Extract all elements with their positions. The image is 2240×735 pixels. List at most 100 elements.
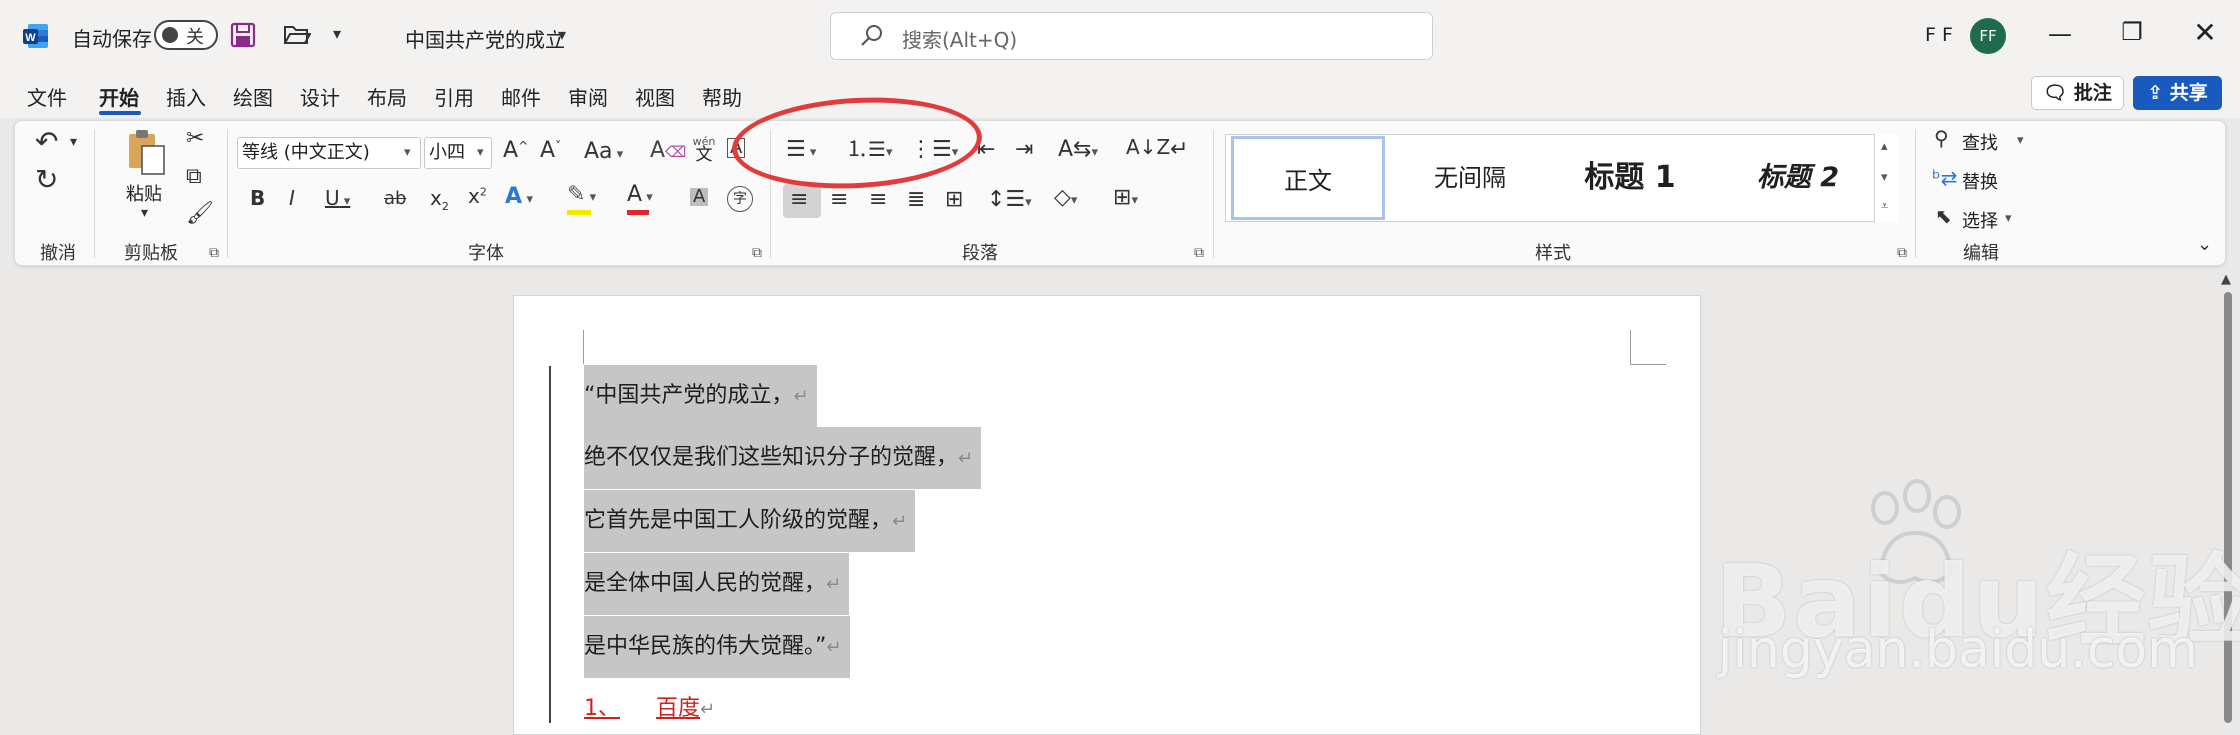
asian-layout-icon[interactable]: A⇆▾	[1058, 139, 1098, 161]
align-center-icon[interactable]: ≡	[830, 189, 848, 211]
crop-mark	[583, 330, 584, 364]
restore-icon[interactable]: ❐	[2112, 18, 2152, 46]
shading-icon[interactable]: ◇▾	[1054, 187, 1077, 209]
tab-help[interactable]: 帮助	[702, 82, 742, 111]
document-line[interactable]: 绝不仅仅是我们这些知识分子的觉醒，↵	[584, 427, 982, 489]
char-shading-icon[interactable]: A	[690, 188, 709, 206]
clipboard-launcher-icon[interactable]: ⧉	[209, 245, 219, 261]
format-painter-icon[interactable]: 🖌	[186, 203, 214, 225]
title-dropdown-icon[interactable]: ▾	[558, 27, 566, 43]
document-title[interactable]: 中国共产党的成立	[405, 24, 565, 53]
underline-icon[interactable]: U ▾	[325, 188, 350, 208]
selection-left-bar	[549, 366, 551, 723]
style-heading-2[interactable]: 标题 2	[1713, 136, 1883, 220]
strikethrough-icon[interactable]: ab	[384, 190, 406, 208]
select-label[interactable]: 选择	[1962, 207, 1998, 233]
tab-design[interactable]: 设计	[300, 82, 340, 111]
grow-font-icon[interactable]: A^	[503, 140, 528, 162]
crop-mark	[1630, 364, 1666, 365]
find-icon[interactable]: ⚲	[1934, 128, 1949, 148]
styles-scroll-down-icon[interactable]: ▾	[1881, 170, 1888, 185]
word-icon[interactable]: W	[22, 22, 50, 50]
font-name-dropdown[interactable]: 等线 (中文正文) ▾	[237, 137, 421, 169]
tab-insert[interactable]: 插入	[166, 82, 206, 111]
font-size-dropdown[interactable]: 小四 ▾	[424, 137, 492, 169]
undo-icon[interactable]: ↶	[35, 128, 58, 156]
style-normal-label: 正文	[1284, 167, 1332, 195]
style-heading-1[interactable]: 标题 1	[1553, 136, 1707, 220]
superscript-icon[interactable]: x2	[468, 186, 487, 206]
clear-formatting-icon[interactable]: A⌫	[650, 140, 686, 162]
undo-dropdown-icon[interactable]: ▾	[70, 135, 77, 149]
avatar[interactable]: FF	[1970, 18, 2006, 54]
tab-references[interactable]: 引用	[434, 82, 474, 111]
tab-review[interactable]: 审阅	[568, 82, 608, 111]
tab-mailings[interactable]: 邮件	[501, 82, 541, 111]
find-label[interactable]: 查找	[1962, 129, 1998, 155]
search-icon	[859, 23, 885, 53]
replace-icon[interactable]: ᵇ⇄	[1932, 168, 1957, 188]
quick-access-dropdown-icon[interactable]: ▾	[333, 26, 341, 42]
open-folder-icon[interactable]	[283, 23, 312, 51]
scroll-up-arrow-icon[interactable]: ▲	[2221, 272, 2231, 287]
tab-layout[interactable]: 布局	[367, 82, 407, 111]
select-dropdown-icon[interactable]: ▾	[2005, 211, 2012, 226]
font-launcher-icon[interactable]: ⧉	[752, 245, 762, 261]
replace-label[interactable]: 替换	[1962, 168, 1998, 194]
find-dropdown-icon[interactable]: ▾	[2017, 133, 2024, 148]
copy-icon[interactable]: ⧉	[186, 166, 202, 188]
document-line[interactable]: 它首先是中国工人阶级的觉醒，↵	[584, 490, 916, 552]
borders-icon[interactable]: ⊞▾	[1113, 187, 1138, 209]
align-left-icon[interactable]: ≡	[790, 189, 808, 211]
autosave-toggle[interactable]: 关	[154, 20, 218, 50]
bold-icon[interactable]: B	[250, 188, 265, 208]
paste-label[interactable]: 粘贴	[126, 180, 162, 206]
paragraph-launcher-icon[interactable]: ⧉	[1194, 245, 1204, 261]
comments-button[interactable]: 🗨 批注	[2031, 76, 2124, 110]
styles-more-icon[interactable]: ⩡	[1881, 199, 1888, 214]
line-text: 是全体中国人民的觉醒，	[584, 571, 827, 596]
paste-dropdown-icon[interactable]: ▾	[141, 206, 148, 220]
subscript-icon[interactable]: x2	[430, 188, 449, 212]
tab-home[interactable]: 开始	[99, 82, 139, 111]
text-effects-icon[interactable]: A ▾	[505, 186, 533, 208]
document-line[interactable]: “中国共产党的成立，↵	[584, 365, 817, 427]
align-right-icon[interactable]: ≡	[869, 189, 887, 211]
close-icon[interactable]: ✕	[2185, 16, 2225, 49]
collapse-ribbon-icon[interactable]: ⌄	[2197, 236, 2212, 254]
sort-icon[interactable]: A↓Z	[1126, 137, 1170, 157]
font-color-icon[interactable]: A ▾	[627, 184, 653, 215]
document-line[interactable]: 是全体中国人民的觉醒，↵	[584, 553, 850, 615]
style-normal[interactable]: 正文	[1231, 136, 1385, 220]
styles-scroll-up-icon[interactable]: ▴	[1881, 139, 1888, 154]
save-icon[interactable]	[230, 22, 256, 52]
document-line[interactable]: 是中华民族的伟大觉醒。”↵	[584, 616, 850, 678]
cut-icon[interactable]: ✂	[186, 128, 204, 150]
change-case-icon[interactable]: Aa ▾	[584, 141, 623, 163]
style-no-spacing[interactable]: 无间隔	[1393, 136, 1547, 220]
redo-icon[interactable]: ↻	[35, 166, 58, 194]
minimize-icon[interactable]: —	[2040, 20, 2080, 48]
toggle-knob	[162, 27, 178, 43]
shrink-font-icon[interactable]: A˅	[540, 140, 561, 162]
highlight-color-icon[interactable]: ✎ ▾	[567, 184, 596, 215]
tab-draw[interactable]: 绘图	[233, 82, 273, 111]
show-marks-icon[interactable]: ↵	[1170, 139, 1188, 161]
phonetic-guide-icon[interactable]: wén 文	[690, 136, 718, 164]
styles-launcher-icon[interactable]: ⧉	[1897, 245, 1907, 261]
search-box[interactable]: 搜索(Alt+Q)	[830, 12, 1433, 60]
italic-icon[interactable]: I	[289, 188, 295, 208]
justify-icon[interactable]: ≣	[907, 189, 925, 211]
enclose-chars-icon[interactable]: 字	[727, 186, 753, 212]
font-name-value: 等线 (中文正文)	[242, 142, 370, 163]
line-text: 它首先是中国工人阶级的觉醒，	[584, 508, 893, 533]
document-list-line[interactable]: 1、 百度↵	[584, 690, 715, 722]
distributed-icon[interactable]: ⊞	[945, 189, 963, 211]
tab-file[interactable]: 文件	[27, 82, 67, 111]
share-button[interactable]: ⇪ 共享	[2133, 76, 2222, 110]
paste-icon[interactable]	[126, 128, 166, 180]
line-spacing-icon[interactable]: ↕☰▾	[987, 189, 1032, 211]
increase-indent-icon[interactable]: ⇥	[1015, 139, 1033, 161]
tab-view[interactable]: 视图	[635, 82, 675, 111]
select-icon[interactable]: ⬉	[1935, 206, 1952, 226]
